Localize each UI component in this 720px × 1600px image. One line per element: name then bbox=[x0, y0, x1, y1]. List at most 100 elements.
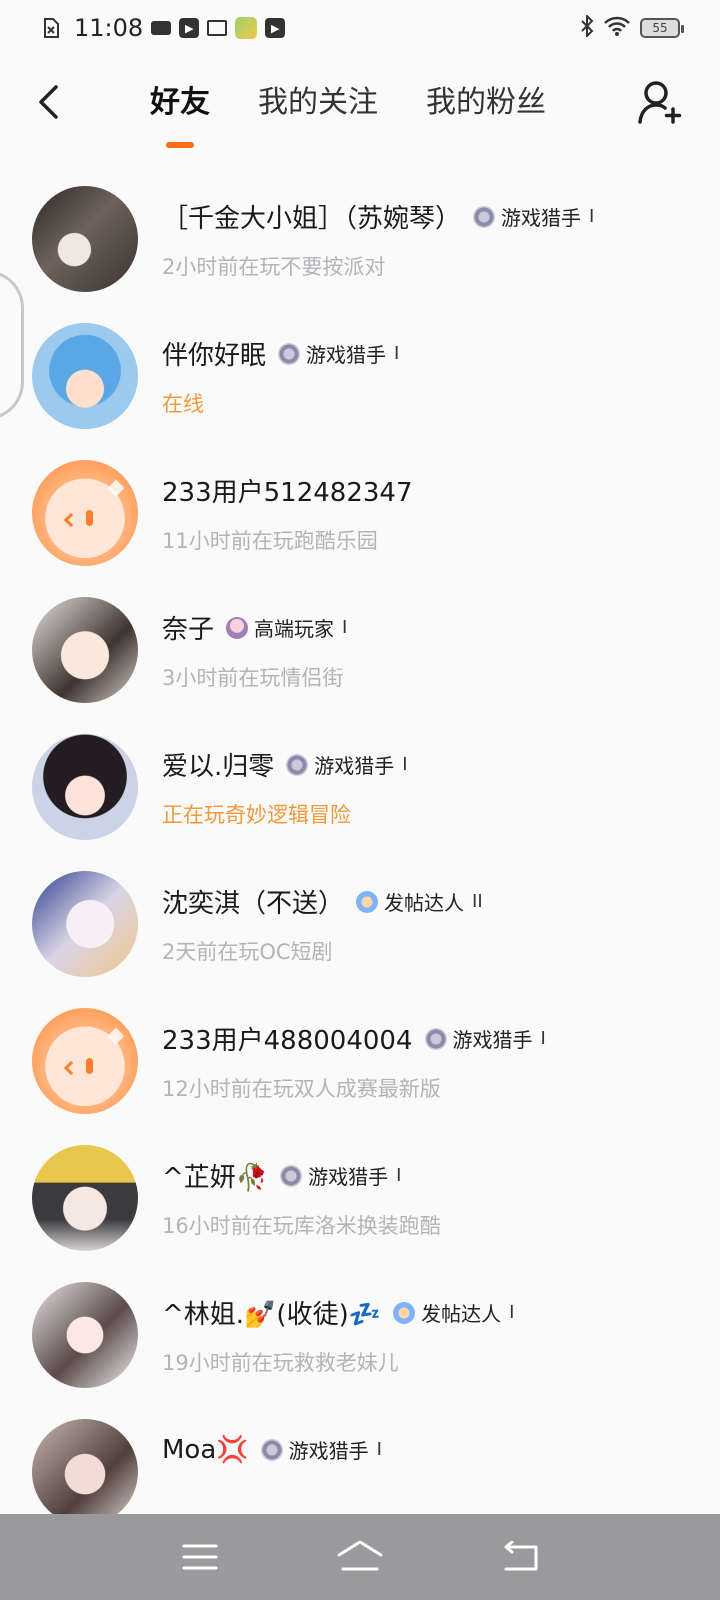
battery-level: 55 bbox=[652, 21, 668, 35]
badge-label: 发帖达人 bbox=[421, 1302, 502, 1326]
face-icon-eye bbox=[63, 512, 79, 527]
list-item[interactable]: ^芷妍🥀 游戏猎手 I 16小时前在玩库洛米换装跑酷 bbox=[0, 1129, 720, 1266]
system-nav-bar bbox=[0, 1514, 720, 1600]
friend-name: ^芷妍🥀 bbox=[162, 1163, 269, 1193]
menu-button[interactable] bbox=[170, 1532, 230, 1582]
badge-level: I bbox=[589, 206, 595, 227]
tab-following[interactable]: 我的关注 bbox=[258, 80, 378, 126]
badge-label: 游戏猎手 bbox=[288, 1439, 369, 1463]
badge-level: I bbox=[394, 343, 400, 364]
avatar[interactable] bbox=[32, 1144, 138, 1251]
badge-level: I bbox=[540, 1028, 546, 1049]
list-item[interactable]: 233用户512482347 11小时前在玩跑酷乐园 bbox=[0, 444, 720, 581]
hunter-badge-icon bbox=[260, 1438, 283, 1461]
hunter-badge-icon bbox=[286, 753, 309, 776]
face-icon-eye bbox=[63, 1060, 79, 1075]
hunter-badge-icon bbox=[278, 342, 301, 365]
tab-label: 我的关注 bbox=[258, 85, 378, 120]
badge-label: 游戏猎手 bbox=[452, 1028, 533, 1052]
poster-badge-icon bbox=[393, 1301, 416, 1324]
friend-name: 沈奕淇（不送） bbox=[162, 889, 345, 919]
tab-friends[interactable]: 好友 bbox=[150, 80, 210, 148]
add-friend-button[interactable] bbox=[636, 78, 684, 126]
home-icon bbox=[337, 1540, 383, 1571]
tab-fans[interactable]: 我的粉丝 bbox=[426, 80, 546, 126]
list-item[interactable]: ^林姐.💅(收徒)💤 发帖达人 I 19小时前在玩救救老妹儿 bbox=[0, 1266, 720, 1403]
avatar[interactable] bbox=[32, 870, 138, 977]
play-status: 2天前在玩OC短剧 bbox=[162, 939, 333, 964]
list-item[interactable]: 爱以.归零 游戏猎手 I 正在玩奇妙逻辑冒险 bbox=[0, 718, 720, 855]
friend-name: 爱以.归零 bbox=[162, 752, 275, 782]
camera-icon bbox=[151, 21, 172, 35]
avatar[interactable] bbox=[32, 1281, 138, 1388]
add-user-icon bbox=[638, 81, 682, 124]
avatar[interactable] bbox=[32, 1418, 138, 1514]
friend-list: ［千金大小姐］（苏婉琴） 游戏猎手 I 2小时前在玩不要按派对 伴你好眠 游戏猎手… bbox=[0, 170, 720, 1514]
return-icon bbox=[504, 1541, 538, 1571]
active-tab-indicator bbox=[166, 142, 194, 148]
badge-level: I bbox=[376, 1439, 382, 1460]
friend-name: 233用户488004004 bbox=[162, 1026, 413, 1056]
badge-label: 游戏猎手 bbox=[306, 343, 387, 367]
online-status: 在线 bbox=[162, 391, 204, 416]
badge-label: 游戏猎手 bbox=[501, 206, 582, 230]
list-item[interactable]: Moa💢 游戏猎手 I bbox=[0, 1403, 720, 1514]
friend-name: ［千金大小姐］（苏婉琴） bbox=[162, 204, 462, 234]
avatar[interactable] bbox=[32, 322, 138, 429]
player-icon: ▶ bbox=[265, 18, 286, 38]
badge-level: II bbox=[472, 891, 483, 912]
title-badge: 发帖达人 I bbox=[393, 1298, 514, 1327]
book-icon bbox=[207, 20, 228, 36]
list-item[interactable]: 233用户488004004 游戏猎手 I 12小时前在玩双人成赛最新版 bbox=[0, 992, 720, 1129]
hunter-badge-icon bbox=[473, 205, 496, 228]
status-time: 11:08 bbox=[74, 14, 144, 42]
friend-name: 伴你好眠 bbox=[162, 341, 267, 371]
hunter-badge-icon bbox=[424, 1027, 447, 1050]
tab-label: 我的粉丝 bbox=[426, 85, 546, 120]
sparkle-icon bbox=[107, 479, 125, 496]
wifi-icon bbox=[604, 16, 630, 40]
back-arrow-icon bbox=[39, 85, 58, 119]
list-item[interactable]: ［千金大小姐］（苏婉琴） 游戏猎手 I 2小时前在玩不要按派对 bbox=[0, 170, 720, 307]
bluetooth-icon bbox=[580, 13, 594, 41]
battery-icon: 55 bbox=[640, 18, 684, 38]
play-status: 16小时前在玩库洛米换装跑酷 bbox=[162, 1213, 441, 1238]
play-status: 11小时前在玩跑酷乐园 bbox=[162, 528, 378, 553]
sparkle-icon bbox=[107, 1027, 125, 1044]
app-notification-icon bbox=[235, 17, 258, 39]
video-icon: ▶ bbox=[179, 18, 200, 38]
status-bar: 11:08 ▶ ▶ 55 bbox=[0, 0, 720, 56]
title-badge: 游戏猎手 I bbox=[286, 750, 408, 779]
poster-badge-icon bbox=[356, 890, 379, 913]
home-button[interactable] bbox=[330, 1532, 390, 1582]
back-button[interactable] bbox=[28, 78, 68, 126]
badge-level: I bbox=[402, 754, 408, 775]
status-left: 11:08 ▶ ▶ bbox=[40, 14, 286, 42]
return-button[interactable] bbox=[490, 1532, 550, 1582]
friend-name: Moa💢 bbox=[162, 1434, 249, 1465]
list-item[interactable]: 伴你好眠 游戏猎手 I 在线 bbox=[0, 307, 720, 444]
list-item[interactable]: 奈子 高端玩家 I 3小时前在玩情侣街 bbox=[0, 581, 720, 718]
badge-level: I bbox=[396, 1165, 402, 1186]
badge-level: I bbox=[509, 1302, 515, 1323]
badge-label: 游戏猎手 bbox=[314, 754, 395, 778]
header: 好友 我的关注 我的粉丝 bbox=[0, 56, 720, 166]
face-icon-eye bbox=[86, 509, 93, 526]
sim-icon bbox=[40, 18, 62, 38]
avatar[interactable] bbox=[32, 185, 138, 292]
play-status: 2小时前在玩不要按派对 bbox=[162, 254, 386, 279]
title-badge: 游戏猎手 I bbox=[424, 1024, 546, 1053]
play-status: 19小时前在玩救救老妹儿 bbox=[162, 1350, 399, 1375]
title-badge: 高端玩家 I bbox=[226, 613, 347, 642]
avatar[interactable] bbox=[32, 733, 138, 840]
play-status: 3小时前在玩情侣街 bbox=[162, 665, 344, 690]
list-item[interactable]: 沈奕淇（不送） 发帖达人 II 2天前在玩OC短剧 bbox=[0, 855, 720, 992]
avatar[interactable] bbox=[32, 596, 138, 703]
badge-label: 发帖达人 bbox=[384, 891, 465, 915]
default-avatar[interactable] bbox=[32, 1007, 138, 1114]
title-badge: 游戏猎手 I bbox=[278, 339, 399, 368]
title-badge: 游戏猎手 I bbox=[260, 1435, 382, 1464]
default-avatar[interactable] bbox=[32, 459, 138, 566]
friend-name: ^林姐.💅(收徒)💤 bbox=[162, 1300, 382, 1330]
title-badge: 发帖达人 II bbox=[356, 887, 483, 916]
